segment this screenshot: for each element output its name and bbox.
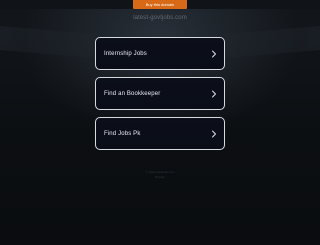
footer-privacy-link[interactable]: Privacy bbox=[0, 175, 320, 180]
footer: © latest-govtjobs.com Privacy bbox=[0, 170, 320, 180]
link-label: Find Jobs Pk bbox=[104, 130, 141, 137]
link-card-internship-jobs[interactable]: Internship Jobs bbox=[95, 37, 225, 70]
link-card-find-jobs-pk[interactable]: Find Jobs Pk bbox=[95, 117, 225, 150]
link-label: Internship Jobs bbox=[104, 50, 147, 57]
chevron-right-icon bbox=[212, 50, 216, 57]
related-links: Internship Jobs Find an Bookkeeper Find … bbox=[95, 37, 225, 157]
buy-domain-button[interactable]: Buy this domain bbox=[133, 0, 187, 9]
chevron-right-icon bbox=[212, 90, 216, 97]
link-card-find-an-bookkeeper[interactable]: Find an Bookkeeper bbox=[95, 77, 225, 110]
link-label: Find an Bookkeeper bbox=[104, 90, 161, 97]
domain-title: latest-govtjobs.com bbox=[133, 15, 187, 21]
chevron-right-icon bbox=[212, 130, 216, 137]
